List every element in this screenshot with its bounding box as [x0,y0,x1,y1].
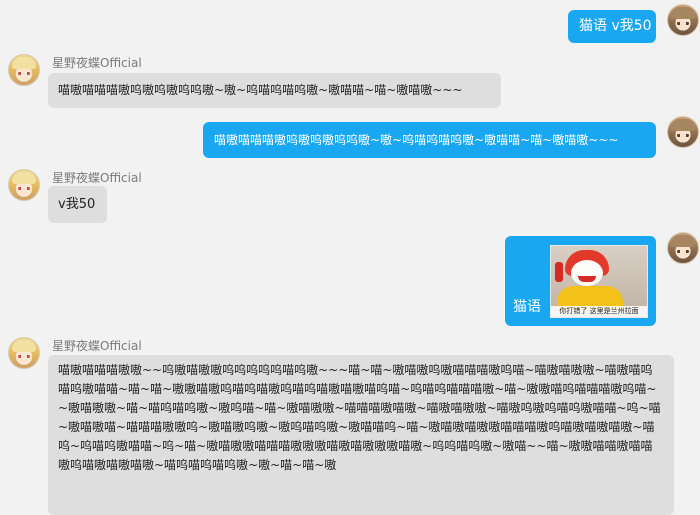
incoming-message-bubble[interactable]: v我50 [48,186,107,223]
outgoing-message-bubble[interactable]: 猫语 v我50 [568,10,656,43]
message-text: v我50 [58,197,96,212]
contact-avatar[interactable] [8,54,40,86]
outgoing-sticker-message[interactable]: 猫语 你打错了 这里是兰州拉面 [505,236,656,326]
contact-avatar[interactable] [8,337,40,369]
message-text: 猫语 v我50 [579,18,652,34]
message-text: 喵嗷喵喵喵嗷嗷~~呜嗷喵嗷嗷呜呜呜呜呜喵呜嗷~~~喵~喵~嗷喵嗷呜嗷喵喵喵嗷呜喵… [58,363,661,472]
self-avatar[interactable] [667,4,699,36]
contact-name: 星野夜蝶Official [52,339,142,353]
incoming-message-bubble[interactable]: 喵嗷喵喵喵嗷呜嗷呜嗷呜呜嗷~嗷~呜喵呜喵呜嗷~嗷喵喵~喵~嗷喵嗷~~~ [48,73,501,108]
phone-icon [555,262,563,282]
contact-avatar[interactable] [8,169,40,201]
sticker-caption: 你打错了 这里是兰州拉面 [551,306,647,317]
self-avatar[interactable] [667,232,699,264]
contact-name: 星野夜蝶Official [52,171,142,185]
incoming-message-bubble[interactable]: 喵嗷喵喵喵嗷嗷~~呜嗷喵嗷嗷呜呜呜呜呜喵呜嗷~~~喵~喵~嗷喵嗷呜嗷喵喵喵嗷呜喵… [48,355,674,515]
message-text: 喵嗷喵喵喵嗷呜嗷呜嗷呜呜嗷~嗷~呜喵呜喵呜嗷~嗷喵喵~喵~嗷喵嗷~~~ [214,133,619,147]
self-avatar[interactable] [667,116,699,148]
message-text: 猫语 [513,299,541,315]
sticker-image[interactable]: 你打错了 这里是兰州拉面 [550,245,648,318]
message-text: 喵嗷喵喵喵嗷呜嗷呜嗷呜呜嗷~嗷~呜喵呜喵呜嗷~嗷喵喵~喵~嗷喵嗷~~~ [58,83,463,97]
outgoing-message-bubble[interactable]: 喵嗷喵喵喵嗷呜嗷呜嗷呜呜嗷~嗷~呜喵呜喵呜嗷~嗷喵喵~喵~嗷喵嗷~~~ [203,122,656,158]
contact-name: 星野夜蝶Official [52,56,142,70]
